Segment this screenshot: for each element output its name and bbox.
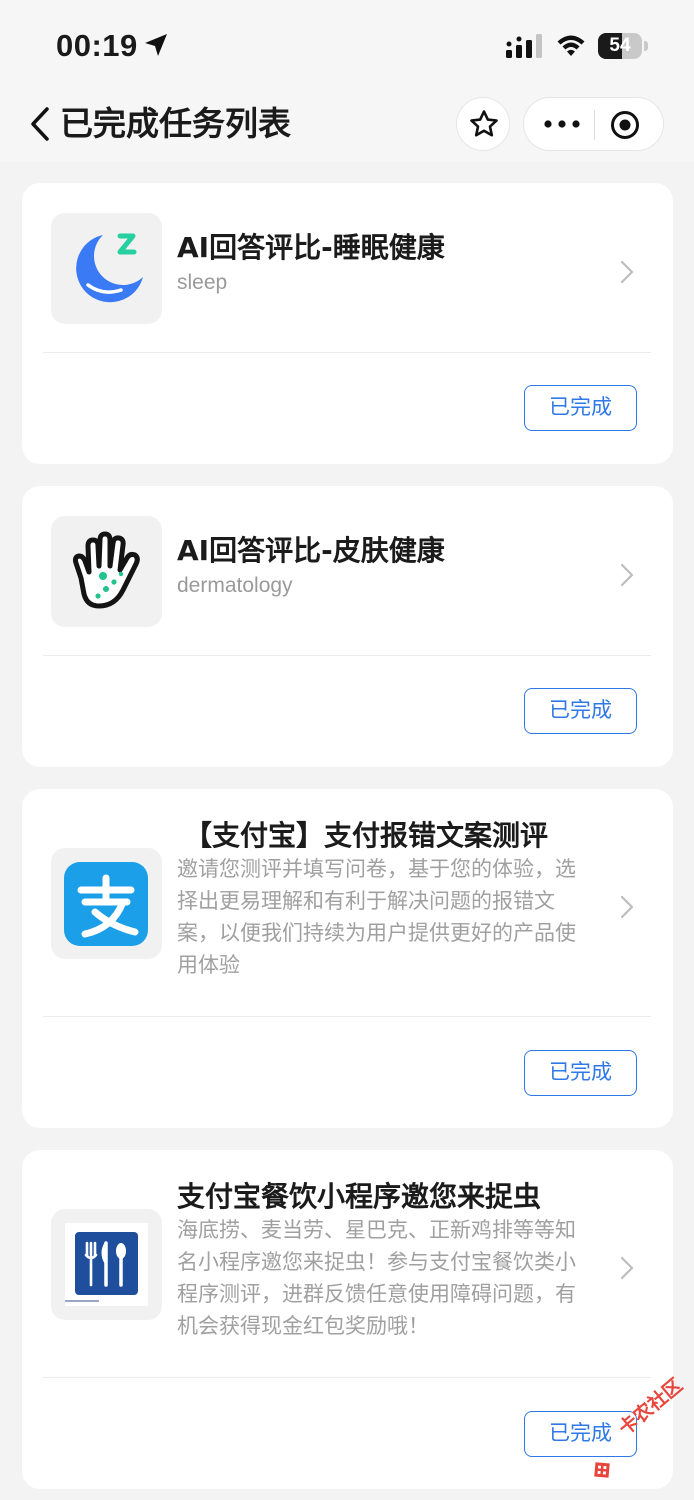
- task-card[interactable]: 支付宝餐饮小程序邀您来捉虫 海底捞、麦当劳、星巴克、正新鸡排等等知 名小程序邀您…: [22, 1150, 673, 1489]
- task-subtitle: sleep: [177, 271, 228, 294]
- task-icon: [51, 213, 162, 324]
- task-title: 支付宝餐饮小程序邀您来捉虫: [177, 1180, 542, 1213]
- task-title: AI回答评比-睡眠健康: [177, 231, 445, 264]
- completed-button[interactable]: 已完成: [524, 385, 637, 431]
- task-description-line: 择出更易理解和有利于解决问题的报错文: [177, 889, 555, 913]
- task-icon: [51, 516, 162, 627]
- task-description-line: 机会获得现金红包奖励哦！: [177, 1314, 429, 1338]
- status-bar: 00:19 54: [0, 0, 694, 90]
- more-dots-icon[interactable]: [544, 117, 580, 131]
- status-time: 00:19: [56, 28, 138, 63]
- card-divider: [43, 655, 651, 656]
- task-description-line: 海底捞、麦当劳、星巴克、正新鸡排等等知: [177, 1218, 576, 1242]
- wifi-icon: [557, 35, 585, 56]
- cellular-signal-icon: [506, 34, 542, 58]
- task-description-line: 名小程序邀您来捉虫！参与支付宝餐饮类小: [177, 1250, 576, 1274]
- nav-bar: 已完成任务列表: [0, 90, 694, 162]
- task-icon: [51, 1209, 162, 1320]
- task-description-line: 用体验: [177, 953, 240, 977]
- battery-icon: 54: [598, 33, 648, 59]
- chevron-right-icon: [620, 260, 634, 284]
- favorite-button[interactable]: [456, 97, 510, 151]
- restaurant-cutlery-icon: [65, 1223, 148, 1306]
- task-description: 海底捞、麦当劳、星巴克、正新鸡排等等知 名小程序邀您来捉虫！参与支付宝餐饮类小 …: [177, 1214, 607, 1342]
- task-description: 邀请您测评并填写问卷，基于您的体验，选 择出更易理解和有利于解决问题的报错文 案…: [177, 853, 607, 981]
- battery-tip: [644, 41, 648, 51]
- chevron-left-icon[interactable]: [28, 106, 52, 142]
- card-divider: [43, 352, 651, 353]
- task-card[interactable]: 【支付宝】支付报错文案测评 邀请您测评并填写问卷，基于您的体验，选 择出更易理解…: [22, 789, 673, 1128]
- star-icon: [470, 110, 498, 137]
- task-icon: [51, 848, 162, 959]
- target-close-icon[interactable]: [610, 110, 640, 140]
- task-card[interactable]: AI回答评比-睡眠健康 sleep 已完成: [22, 183, 673, 464]
- task-description-line: 程序测评，进群反馈任意使用障碍问题，有: [177, 1282, 576, 1306]
- battery-level: 54: [609, 35, 631, 56]
- alipay-icon: [64, 862, 148, 946]
- chevron-right-icon: [620, 1256, 634, 1280]
- card-divider: [43, 1016, 651, 1017]
- task-description-line: 案，以便我们持续为用户提供更好的产品使: [177, 921, 576, 945]
- mini-program-capsule: [523, 97, 664, 151]
- task-description-line: 邀请您测评并填写问卷，基于您的体验，选: [177, 857, 576, 881]
- card-divider: [43, 1377, 651, 1378]
- task-title: AI回答评比-皮肤健康: [177, 534, 445, 567]
- task-card[interactable]: AI回答评比-皮肤健康 dermatology 已完成: [22, 486, 673, 767]
- completed-button[interactable]: 已完成: [524, 1050, 637, 1096]
- completed-button[interactable]: 已完成: [524, 688, 637, 734]
- task-subtitle: dermatology: [177, 574, 293, 597]
- chevron-right-icon: [620, 895, 634, 919]
- chevron-right-icon: [620, 563, 634, 587]
- task-title: 【支付宝】支付报错文案测评: [184, 819, 549, 852]
- capsule-divider: [594, 110, 595, 140]
- location-arrow-icon: [145, 34, 167, 56]
- page-title: 已完成任务列表: [60, 104, 291, 143]
- sleep-moon-icon: [76, 233, 143, 303]
- hand-skin-icon: [72, 531, 140, 609]
